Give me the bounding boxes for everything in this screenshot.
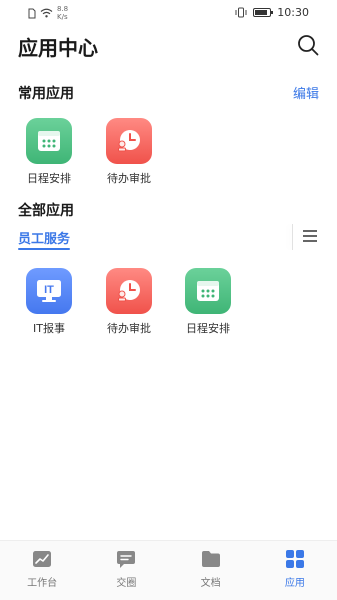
status-right: 10:30 (235, 6, 309, 19)
status-left: 8.8 K/s (28, 5, 68, 21)
vibrate-icon (235, 7, 247, 18)
tab-divider (292, 224, 293, 250)
nav-label: 工作台 (27, 578, 58, 589)
tab-underline (18, 248, 70, 250)
network-speed-unit: K/s (57, 13, 68, 21)
wifi-icon (40, 8, 53, 18)
page-title: 应用中心 (18, 36, 98, 60)
app-label: 待办审批 (107, 322, 151, 335)
app-label: IT报事 (33, 322, 65, 335)
chart-icon (32, 549, 52, 569)
battery-icon (253, 8, 274, 17)
app-label: 日程安排 (27, 172, 71, 185)
tab-employee-services[interactable]: 员工服务 (18, 228, 70, 247)
folder-icon (201, 549, 221, 569)
chat-icon (116, 549, 136, 569)
app-label: 待办审批 (107, 172, 151, 185)
app-label: 日程安排 (186, 322, 230, 335)
nav-label: 交圈 (116, 578, 137, 589)
search-icon (298, 35, 319, 56)
grid-icon (285, 549, 305, 569)
network-speed: 8.8 K/s (57, 5, 68, 21)
frequent-apps-title: 常用应用 (18, 86, 74, 102)
nav-item-apps[interactable]: 应用 (253, 541, 337, 600)
clock-stamp-icon (106, 268, 152, 314)
status-time: 10:30 (277, 6, 309, 19)
category-tabs: 员工服务 (0, 224, 337, 252)
nav-label: 应用 (284, 578, 305, 589)
app-it-report[interactable]: IT IT报事 (14, 268, 84, 336)
list-menu-icon[interactable] (303, 230, 317, 242)
calendar-icon (185, 268, 231, 314)
app-schedule-2[interactable]: 日程安排 (173, 268, 243, 336)
app-approval-2[interactable]: 待办审批 (94, 268, 164, 336)
nav-item-workbench[interactable]: 工作台 (0, 541, 84, 600)
network-speed-value: 8.8 (57, 5, 69, 13)
sim-icon (28, 8, 36, 18)
all-apps-title: 全部应用 (18, 203, 74, 219)
nav-label: 文档 (200, 578, 221, 589)
it-icon-text: IT (44, 284, 54, 296)
calendar-icon (26, 118, 72, 164)
search-button[interactable] (297, 34, 319, 56)
nav-item-documents[interactable]: 文档 (169, 541, 253, 600)
clock-stamp-icon (106, 118, 152, 164)
it-monitor-icon: IT (26, 268, 72, 314)
edit-button[interactable]: 编辑 (293, 83, 319, 102)
app-schedule[interactable]: 日程安排 (14, 118, 84, 186)
battery-level (255, 10, 268, 15)
status-bar: 8.8 K/s 10:30 (0, 0, 337, 26)
bottom-nav: 工作台 交圈 文档 应用 (0, 540, 337, 600)
app-approval[interactable]: 待办审批 (94, 118, 164, 186)
nav-item-circle[interactable]: 交圈 (84, 541, 168, 600)
